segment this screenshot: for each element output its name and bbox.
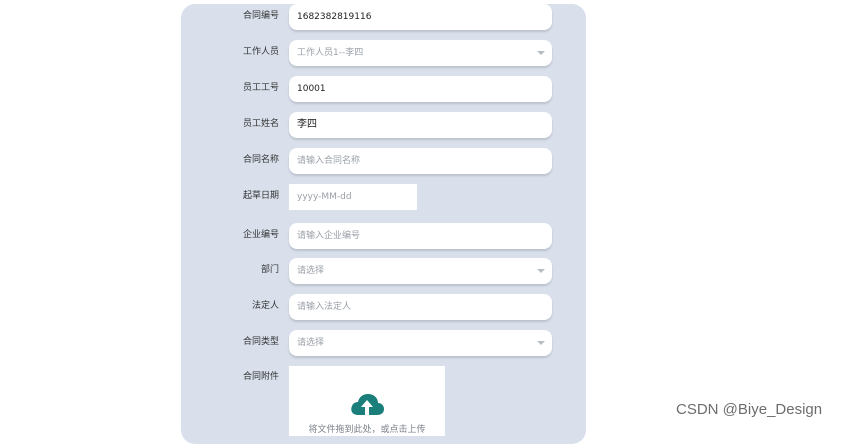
contract-name-input[interactable]: 请输入合同名称 — [289, 148, 552, 174]
legal-person-label: 法定人 — [251, 301, 279, 311]
company-no-label: 企业编号 — [242, 230, 279, 240]
row-employee-id: 员工工号 10001 — [181, 76, 586, 102]
department-select[interactable]: 请选择 — [289, 258, 552, 284]
employee-id-label: 员工工号 — [242, 83, 279, 93]
contract-no-input[interactable]: 1682382819116 — [289, 4, 552, 30]
contract-type-select[interactable]: 请选择 — [289, 330, 552, 356]
watermark: CSDN @Biye_Design — [676, 401, 823, 418]
upload-hint: 将文件拖到此处，或点击上传 — [308, 425, 426, 435]
company-no-input[interactable]: 请输入企业编号 — [289, 223, 552, 249]
row-worker: 工作人员 工作人员1--李四 — [181, 40, 586, 66]
cloud-upload-icon — [351, 394, 384, 415]
department-select-text: 请选择 — [297, 266, 325, 276]
row-draft-date: 起草日期 yyyy-MM-dd — [181, 184, 586, 210]
contract-no-label: 合同编号 — [242, 11, 279, 21]
chevron-down-icon — [537, 51, 545, 55]
attachment-label: 合同附件 — [242, 372, 279, 382]
legal-person-input[interactable]: 请输入法定人 — [289, 294, 552, 320]
upload-dropzone[interactable]: 将文件拖到此处，或点击上传 — [289, 366, 445, 436]
row-contract-type: 合同类型 请选择 — [181, 330, 586, 356]
employee-name-input[interactable]: 李四 — [289, 112, 552, 138]
worker-select-text: 工作人员1--李四 — [297, 48, 364, 58]
row-contract-no: 合同编号 1682382819116 — [181, 4, 586, 30]
chevron-down-icon — [537, 341, 545, 345]
draft-date-input[interactable]: yyyy-MM-dd — [289, 184, 417, 210]
chevron-down-icon — [537, 269, 545, 273]
row-contract-name: 合同名称 请输入合同名称 — [181, 148, 586, 174]
contract-name-label: 合同名称 — [242, 155, 279, 165]
worker-select[interactable]: 工作人员1--李四 — [289, 40, 552, 66]
row-company-no: 企业编号 请输入企业编号 — [181, 223, 586, 249]
row-employee-name: 员工姓名 李四 — [181, 112, 586, 138]
department-label: 部门 — [260, 265, 279, 275]
contract-type-label: 合同类型 — [242, 337, 279, 347]
row-legal-person: 法定人 请输入法定人 — [181, 294, 586, 320]
contract-type-select-text: 请选择 — [297, 338, 325, 348]
employee-name-label: 员工姓名 — [242, 119, 279, 129]
draft-date-label: 起草日期 — [242, 191, 279, 201]
employee-id-input[interactable]: 10001 — [289, 76, 552, 102]
worker-label: 工作人员 — [242, 47, 279, 57]
row-department: 部门 请选择 — [181, 258, 586, 284]
